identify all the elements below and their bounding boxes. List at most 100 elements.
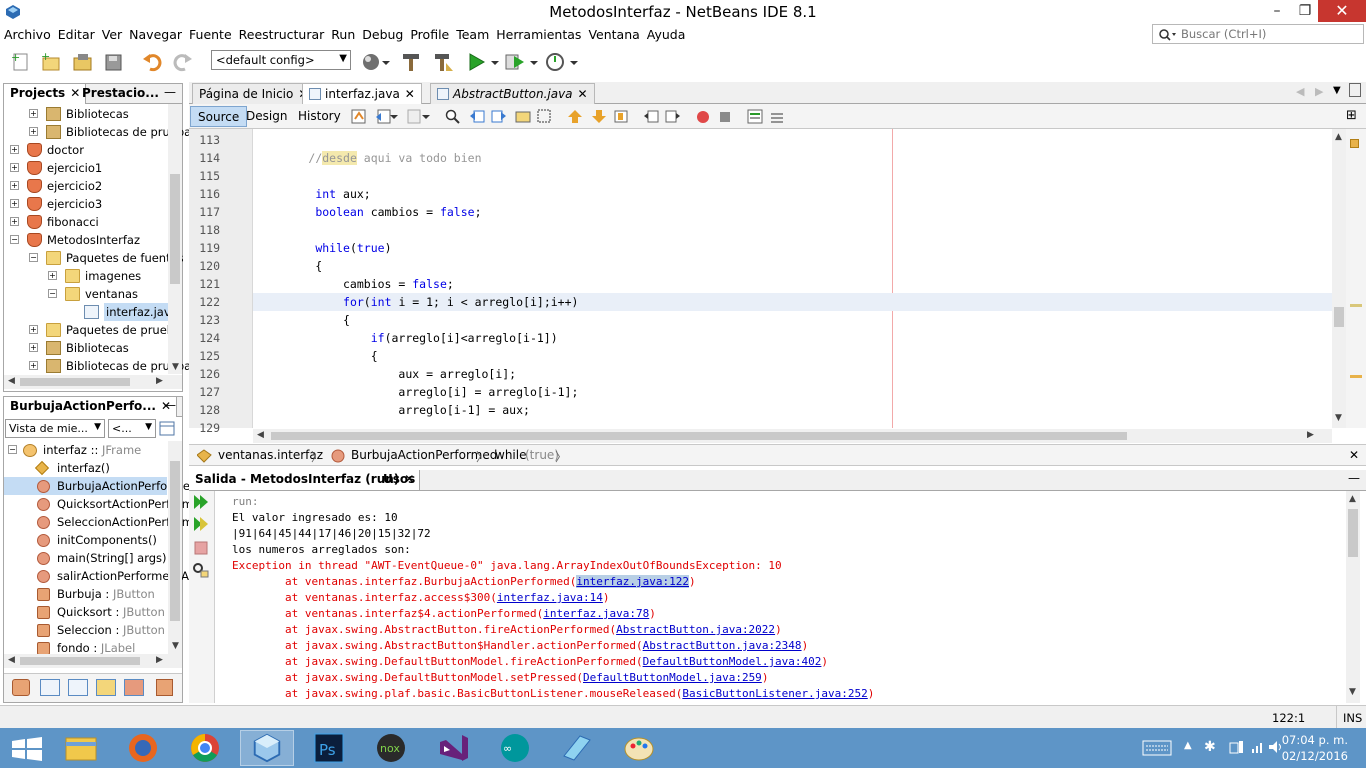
close-button[interactable]: ✕ [1318, 0, 1366, 22]
stripe-mark[interactable] [1350, 304, 1362, 307]
navigator-member[interactable]: QuicksortActionPerforme [4, 495, 200, 513]
menu-archivo[interactable]: Archivo [0, 25, 54, 42]
projects-hscroll[interactable]: ◀ ▶ [4, 375, 182, 389]
shift-right-icon[interactable] [665, 109, 681, 124]
tree-node[interactable]: + Bibliotecas de prueba [4, 123, 191, 141]
tab-navigator[interactable]: BurbujaActionPerfo... ✕ [4, 397, 178, 417]
uncomment-icon[interactable] [769, 109, 785, 124]
filter-select[interactable]: <... ▼ [108, 419, 156, 438]
scroll-tabs-right-icon[interactable]: ▶ [1315, 85, 1323, 98]
expand-icon[interactable]: + [29, 343, 38, 352]
output-console[interactable]: run: El valor ingresado es: 10 |91|64|45|4… [215, 491, 1345, 703]
profile-icon[interactable] [544, 51, 566, 73]
split-editor-icon[interactable]: ⊞ [1346, 108, 1357, 123]
chevron-down-icon[interactable] [490, 51, 500, 73]
toggle-highlight-icon[interactable] [515, 109, 531, 124]
toggle-bookmark-icon[interactable] [613, 109, 629, 124]
scroll-tabs-left-icon[interactable]: ◀ [1296, 85, 1304, 98]
tree-node[interactable]: interfaz.java [4, 303, 180, 321]
scroll-thumb[interactable] [1348, 509, 1358, 557]
navigator-member[interactable]: Seleccion : JButton [4, 621, 167, 639]
redo-icon[interactable] [172, 51, 194, 73]
minimize-button[interactable]: – [1262, 0, 1292, 22]
chevron-down-icon[interactable] [421, 109, 431, 124]
navigator-vscroll[interactable]: ▼ [168, 441, 182, 654]
menu-profile[interactable]: Profile [406, 25, 452, 42]
notepad-icon[interactable] [550, 730, 604, 766]
new-project-icon[interactable]: + [40, 51, 62, 73]
output-vscroll[interactable]: ▲ ▼ [1346, 491, 1360, 703]
new-file-icon[interactable]: + [10, 51, 32, 73]
navigator-member[interactable]: BurbujaActionPerformed( [4, 477, 202, 495]
scroll-down-arrow[interactable]: ▼ [1335, 413, 1342, 423]
tree-node[interactable]: − MetodosInterfaz [4, 231, 167, 249]
tab-design[interactable]: Design [239, 106, 294, 127]
filter-inner-icon[interactable] [124, 679, 144, 696]
chevron-down-icon[interactable] [389, 109, 399, 124]
menu-ayuda[interactable]: Ayuda [643, 25, 689, 42]
keyboard-icon[interactable] [1142, 740, 1172, 756]
tree-node[interactable]: + ejercicio1 [4, 159, 167, 177]
show-hidden-icons-icon[interactable]: ▲ [1184, 740, 1192, 751]
navigator-member[interactable]: Burbuja : JButton [4, 585, 167, 603]
expand-icon[interactable]: + [29, 361, 38, 370]
previous-bookmark-icon[interactable] [567, 109, 583, 124]
menu-team[interactable]: Team [452, 25, 492, 42]
scroll-thumb[interactable] [170, 174, 180, 284]
expand-icon[interactable]: + [10, 199, 19, 208]
scroll-thumb[interactable] [1334, 307, 1344, 327]
scroll-up-arrow[interactable]: ▲ [1349, 494, 1356, 504]
scroll-right-arrow[interactable]: ▶ [156, 376, 163, 386]
close-icon[interactable]: ✕ [405, 87, 415, 101]
menu-herramientas[interactable]: Herramientas [492, 25, 584, 42]
scroll-right-arrow[interactable]: ▶ [1307, 430, 1314, 440]
editor-tab[interactable]: interfaz.java ✕ [302, 83, 422, 104]
scroll-down-arrow[interactable]: ▼ [172, 641, 179, 651]
tab-projects[interactable]: Projects ✕ [4, 84, 87, 104]
clean-build-icon[interactable] [361, 51, 383, 73]
menu-editar[interactable]: Editar [54, 25, 98, 42]
tree-node[interactable]: + imagenes [4, 267, 167, 285]
sync-view-icon[interactable] [159, 420, 176, 437]
chrome-icon[interactable] [178, 730, 232, 766]
expand-icon[interactable]: + [10, 217, 19, 226]
stacktrace-link[interactable]: DefaultButtonModel.java:402 [643, 655, 822, 668]
tree-node[interactable]: + doctor [4, 141, 167, 159]
navigator-member[interactable]: salirActionPerformed(Act [4, 567, 200, 585]
visual-studio-icon[interactable] [426, 730, 480, 766]
show-opened-documents-icon[interactable]: ▼ [1333, 85, 1341, 96]
photoshop-icon[interactable]: Ps [302, 730, 356, 766]
paint-icon[interactable] [612, 730, 666, 766]
maximize-editor-icon[interactable] [1349, 83, 1361, 97]
menu-debug[interactable]: Debug [358, 25, 406, 42]
clock[interactable]: 07:04 p. m. 02/12/2016 [1282, 732, 1348, 764]
code-editor[interactable]: //desde aqui va todo bien int aux; boole… [253, 129, 1332, 428]
menu-ventana[interactable]: Ventana [584, 25, 642, 42]
expand-icon[interactable]: + [29, 127, 38, 136]
chevron-down-icon[interactable] [381, 51, 391, 73]
collapse-icon[interactable]: − [48, 289, 57, 298]
menu-fuente[interactable]: Fuente [185, 25, 235, 42]
next-bookmark-icon[interactable] [591, 109, 607, 124]
tab-history[interactable]: History [291, 106, 348, 127]
breadcrumb-package[interactable]: ventanas.interfaz [218, 448, 323, 462]
sort-icon[interactable] [156, 679, 173, 696]
tree-node[interactable]: − ventanas [4, 285, 167, 303]
network-icon[interactable] [1250, 739, 1266, 755]
power-icon[interactable] [1228, 739, 1246, 755]
breadcrumb-while[interactable]: while [495, 448, 526, 462]
find-next-icon[interactable] [491, 109, 507, 124]
warning-marker-icon[interactable] [1350, 139, 1359, 148]
firefox-icon[interactable] [116, 730, 170, 766]
expand-icon[interactable]: + [10, 163, 19, 172]
save-all-icon[interactable] [103, 51, 125, 73]
file-explorer-icon[interactable] [54, 730, 108, 766]
menu-run[interactable]: Run [327, 25, 358, 42]
scroll-thumb[interactable] [170, 461, 180, 621]
comment-icon[interactable] [747, 109, 763, 124]
rerun-with-params-icon[interactable] [192, 516, 210, 532]
stacktrace-link[interactable]: interfaz.java:14 [497, 591, 603, 604]
tab-services[interactable]: Prestacio... [76, 84, 164, 104]
expand-icon[interactable]: + [10, 181, 19, 190]
menu-ver[interactable]: Ver [98, 25, 125, 42]
